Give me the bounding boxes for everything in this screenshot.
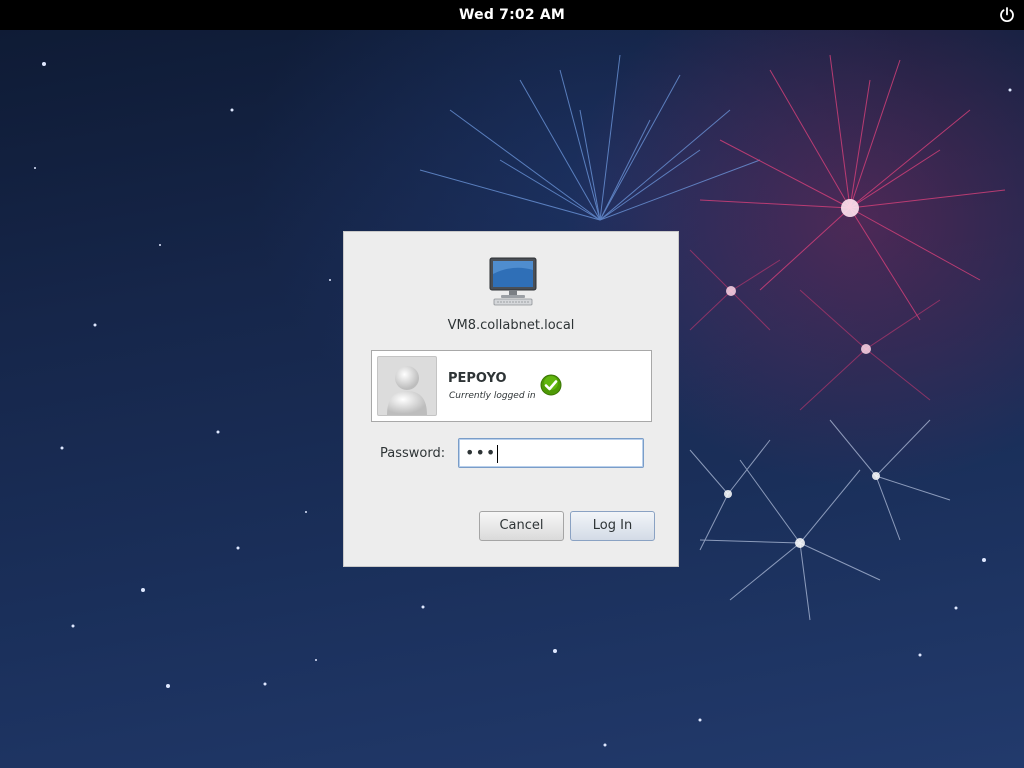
user-name: PEPOYO — [448, 371, 507, 386]
power-icon[interactable] — [998, 6, 1016, 24]
user-list-item-pepoyo[interactable]: PEPOYO Currently logged in — [371, 350, 652, 422]
password-field[interactable]: ••• — [458, 438, 644, 468]
user-avatar-icon — [377, 356, 437, 416]
text-caret — [497, 444, 499, 463]
user-status: Currently logged in — [449, 391, 536, 401]
computer-icon — [488, 256, 538, 306]
password-label: Password: — [380, 446, 446, 461]
clock[interactable]: Wed 7:02 AM — [0, 0, 1024, 30]
login-dialog: VM8.collabnet.local PEPOYO Currently log… — [343, 231, 679, 567]
pink-firework — [699, 54, 1006, 321]
checkmark-icon — [540, 374, 562, 396]
password-value: ••• — [465, 443, 497, 462]
top-bar: Wed 7:02 AM — [0, 0, 1024, 30]
cancel-button[interactable]: Cancel — [479, 511, 564, 541]
login-button[interactable]: Log In — [570, 511, 655, 541]
white-firework — [689, 419, 951, 621]
hostname: VM8.collabnet.local — [447, 318, 575, 333]
blue-firework — [419, 54, 761, 221]
